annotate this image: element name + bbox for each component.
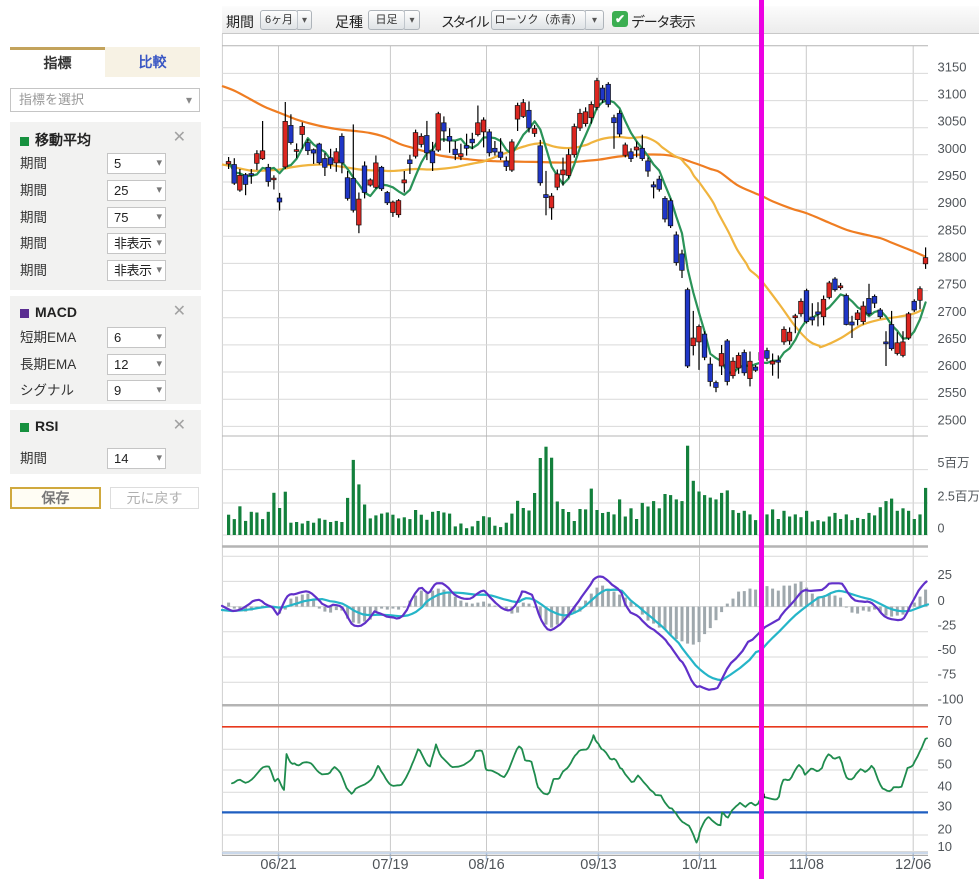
svg-text:-75: -75: [938, 667, 957, 682]
svg-text:3150: 3150: [938, 59, 967, 74]
svg-text:25: 25: [938, 567, 952, 582]
svg-text:5百万: 5百万: [938, 456, 970, 470]
svg-text:09/13: 09/13: [580, 857, 616, 873]
svg-text:3050: 3050: [938, 114, 967, 129]
svg-text:-25: -25: [938, 618, 957, 633]
svg-text:2750: 2750: [938, 277, 967, 292]
svg-text:0: 0: [938, 522, 945, 536]
svg-text:10/11: 10/11: [682, 857, 717, 873]
svg-text:50: 50: [938, 757, 952, 772]
svg-text:-50: -50: [938, 642, 957, 657]
svg-text:2600: 2600: [938, 358, 967, 373]
svg-text:06/21: 06/21: [260, 857, 296, 873]
svg-text:3000: 3000: [938, 141, 967, 156]
svg-text:11/08: 11/08: [789, 857, 824, 873]
svg-text:2900: 2900: [938, 195, 967, 210]
svg-text:40: 40: [938, 779, 952, 794]
svg-text:2850: 2850: [938, 222, 967, 237]
svg-text:0: 0: [938, 593, 945, 608]
svg-text:2950: 2950: [938, 168, 967, 183]
svg-text:2700: 2700: [938, 304, 967, 319]
svg-text:2550: 2550: [938, 385, 967, 400]
svg-text:2.5百万: 2.5百万: [938, 490, 979, 504]
svg-text:60: 60: [938, 735, 952, 750]
svg-text:12/06: 12/06: [895, 857, 931, 873]
svg-text:10: 10: [938, 839, 952, 854]
svg-text:-100: -100: [938, 691, 964, 706]
svg-text:3100: 3100: [938, 87, 967, 102]
svg-text:2650: 2650: [938, 331, 967, 346]
svg-text:20: 20: [938, 821, 952, 836]
svg-text:2500: 2500: [938, 412, 967, 427]
svg-text:08/16: 08/16: [468, 857, 504, 873]
svg-text:2800: 2800: [938, 249, 967, 264]
svg-text:70: 70: [938, 713, 952, 728]
svg-text:07/19: 07/19: [372, 857, 408, 873]
svg-text:30: 30: [938, 799, 952, 814]
